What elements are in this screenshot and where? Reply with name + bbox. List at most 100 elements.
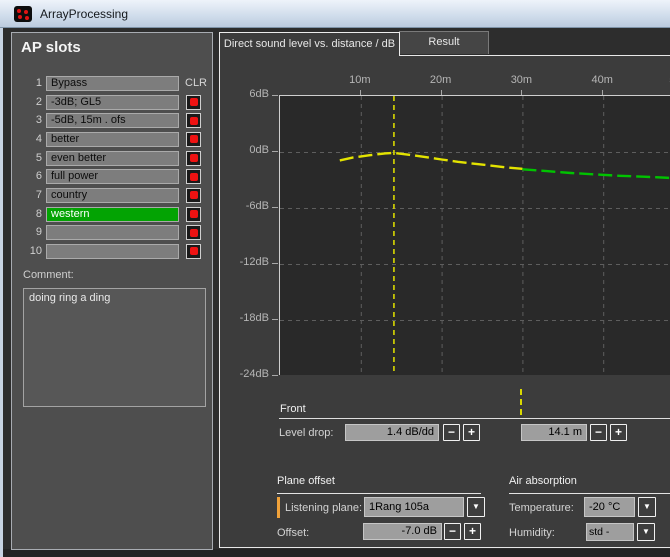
clr-button[interactable]: [186, 244, 201, 259]
ap-slot-field[interactable]: western: [46, 207, 179, 222]
clr-button[interactable]: [186, 132, 201, 147]
temperature-select[interactable]: -20 °C: [584, 497, 635, 517]
clr-led-icon: [190, 117, 198, 125]
ap-slot-row: 3 -5dB, 15m . ofs: [12, 113, 212, 129]
distance-plus-button[interactable]: +: [610, 424, 627, 441]
ap-slot-field[interactable]: even better: [46, 151, 179, 166]
direct-sound-level-tabpanel: Front Level drop: 1.4 dB/dd − + 14.1 m −…: [219, 55, 670, 548]
clr-led-icon: [190, 247, 198, 255]
clr-column-header: CLR: [185, 77, 207, 89]
ap-slot-number: 9: [18, 226, 42, 238]
y-axis-tick: [272, 207, 278, 208]
ap-slot-row: 4 better: [12, 132, 212, 148]
y-axis-tick: [272, 263, 278, 264]
level-vs-distance-chart[interactable]: [279, 95, 670, 375]
clr-button[interactable]: [186, 113, 201, 128]
ap-slot-field[interactable]: [46, 225, 179, 240]
clr-led-icon: [190, 173, 198, 181]
window-titlebar[interactable]: ArrayProcessing: [0, 0, 670, 28]
front-section-rule: [279, 418, 670, 419]
x-axis-tick: [441, 90, 442, 95]
ap-slot-number: 5: [18, 152, 42, 164]
clr-button[interactable]: [186, 169, 201, 184]
ap-slot-row: 7country: [12, 188, 212, 204]
x-axis-tick-label: 30m: [504, 74, 538, 86]
ap-slots-panel: AP slots 1BypassCLR2-3dB; GL53-5dB, 15m …: [11, 32, 213, 550]
ap-slot-field[interactable]: -3dB; GL5: [46, 95, 179, 110]
clr-button[interactable]: [186, 151, 201, 166]
level-drop-distance-field[interactable]: 14.1 m: [521, 424, 587, 441]
y-axis-tick-label: -18dB: [220, 312, 269, 324]
clr-button[interactable]: [186, 188, 201, 203]
ap-slot-number: 1: [18, 77, 42, 89]
ap-slot-field[interactable]: Bypass: [46, 76, 179, 91]
ap-slot-row: 6 full power: [12, 169, 212, 185]
comment-input[interactable]: doing ring a ding: [23, 288, 206, 407]
offset-field[interactable]: -7.0 dB: [363, 523, 442, 540]
beyond-front-level-curve: [522, 169, 670, 178]
ap-slot-field[interactable]: country: [46, 188, 179, 203]
ap-slot-number: 2: [18, 96, 42, 108]
y-axis-tick-label: -12dB: [220, 256, 269, 268]
ap-slot-field[interactable]: -5dB, 15m . ofs: [46, 113, 179, 128]
window-bottom-area: [3, 549, 670, 557]
ap-slot-row: 5 even better: [12, 151, 212, 167]
ap-slot-field[interactable]: [46, 244, 179, 259]
front-boundary-marker[interactable]: [520, 389, 522, 415]
x-axis-tick: [360, 90, 361, 95]
air-absorption-rule: [509, 493, 670, 494]
listening-plane-label: Listening plane:: [285, 502, 362, 514]
ap-slot-number: 6: [18, 170, 42, 182]
listening-plane-dropdown-icon[interactable]: ▼: [467, 497, 485, 517]
ap-slot-row: 8 western: [12, 207, 212, 223]
ap-slot-number: 10: [18, 245, 42, 257]
listening-plane-select[interactable]: 1Rang 105a: [364, 497, 464, 517]
window-left-border: [0, 28, 3, 557]
humidity-dropdown-icon[interactable]: ▼: [637, 523, 655, 541]
level-drop-minus-button[interactable]: −: [443, 424, 460, 441]
x-axis-tick: [521, 90, 522, 95]
level-drop-field[interactable]: 1.4 dB/dd: [345, 424, 439, 441]
clr-led-icon: [190, 154, 198, 162]
clr-button[interactable]: [186, 95, 201, 110]
ap-slot-row: 10: [12, 244, 212, 260]
clr-led-icon: [190, 191, 198, 199]
ap-slot-row: 1 Bypass CLR: [12, 76, 212, 92]
clr-led-icon: [190, 210, 198, 218]
x-axis-tick-label: 50m: [663, 74, 670, 86]
temperature-label: Temperature:: [509, 502, 574, 514]
distance-minus-button[interactable]: −: [590, 424, 607, 441]
window-title: ArrayProcessing: [40, 7, 128, 21]
tab-direct-sound-level[interactable]: Direct sound level vs. distance / dB: [219, 32, 400, 56]
level-drop-plus-button[interactable]: +: [463, 424, 480, 441]
offset-minus-button[interactable]: −: [444, 523, 461, 540]
y-axis-tick-label: -24dB: [220, 368, 269, 380]
comment-label: Comment:: [23, 269, 74, 281]
x-axis-tick-label: 10m: [343, 74, 377, 86]
tab-result[interactable]: Result: [399, 31, 489, 54]
x-axis-tick-label: 40m: [585, 74, 619, 86]
y-axis-tick: [272, 151, 278, 152]
humidity-label: Humidity:: [509, 527, 555, 539]
ap-slot-field[interactable]: full power: [46, 169, 179, 184]
clr-button[interactable]: [186, 207, 201, 222]
offset-label: Offset:: [277, 527, 309, 539]
ap-slot-number: 8: [18, 208, 42, 220]
air-absorption-heading: Air absorption: [509, 475, 577, 487]
clr-button[interactable]: [186, 225, 201, 240]
clr-led-icon: [190, 135, 198, 143]
y-axis-tick-label: -6dB: [220, 200, 269, 212]
humidity-select[interactable]: std - 60%: [586, 523, 634, 541]
ap-slot-field[interactable]: better: [46, 132, 179, 147]
ap-slot-row: 9: [12, 225, 212, 241]
y-axis-tick-label: 0dB: [220, 144, 269, 156]
offset-plus-button[interactable]: +: [464, 523, 481, 540]
x-axis-tick: [602, 90, 603, 95]
ap-slot-number: 4: [18, 133, 42, 145]
clr-led-icon: [190, 98, 198, 106]
y-axis-tick: [272, 375, 278, 376]
ap-slot-number: 3: [18, 114, 42, 126]
y-axis-tick-label: 6dB: [220, 88, 269, 100]
temperature-dropdown-icon[interactable]: ▼: [638, 497, 656, 517]
x-axis-tick-label: 20m: [424, 74, 458, 86]
